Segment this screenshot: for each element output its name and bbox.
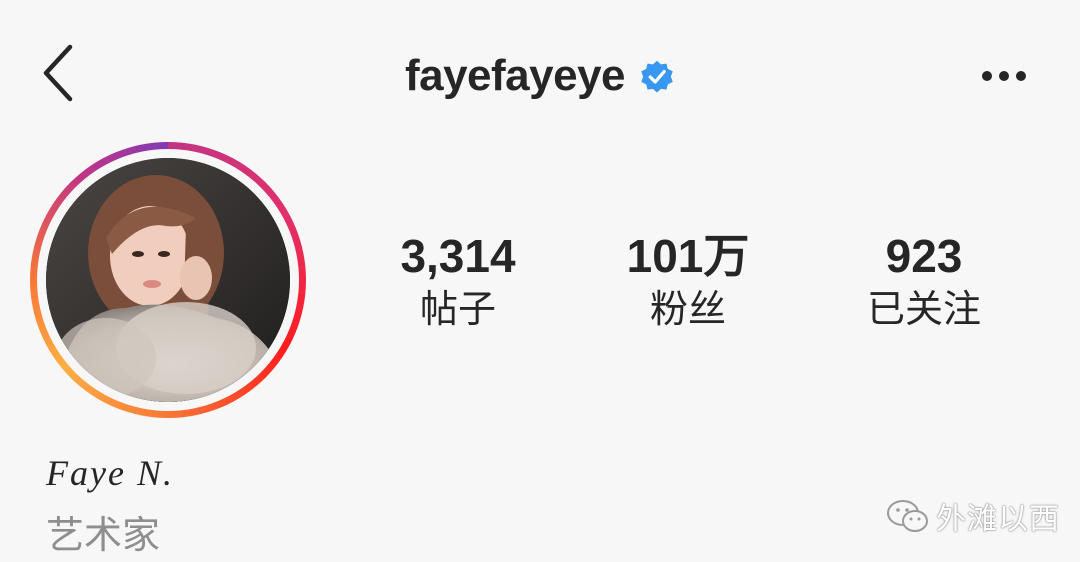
followers-count: 101万 (626, 230, 750, 282)
watermark-text: 外滩以西 (936, 503, 1060, 536)
following-count: 923 (885, 230, 963, 282)
posts-count: 3,314 (400, 230, 516, 282)
profile-title: fayefayeye (360, 46, 720, 106)
avatar-frame (37, 149, 299, 411)
following-label: 已关注 (866, 289, 981, 331)
stat-following[interactable]: 923 已关注 (824, 228, 1024, 334)
category-label: 艺术家 (46, 515, 161, 557)
stat-followers[interactable]: 101万 粉丝 (588, 228, 788, 334)
display-name: Faye N. (46, 453, 174, 493)
chevron-left-icon (43, 44, 73, 102)
back-button[interactable] (28, 38, 88, 108)
wechat-icon (887, 500, 928, 532)
watermark: 外滩以西 (886, 494, 1060, 538)
posts-label: 帖子 (419, 289, 496, 331)
stat-posts[interactable]: 3,314 帖子 (358, 228, 558, 334)
followers-label: 粉丝 (649, 289, 726, 331)
avatar[interactable] (46, 158, 290, 402)
profile-header: fayefayeye (0, 0, 1080, 150)
story-ring[interactable] (30, 142, 306, 418)
more-options-button[interactable] (968, 52, 1040, 100)
more-horizontal-icon (982, 71, 1026, 81)
verified-badge-icon (639, 59, 675, 95)
username: fayefayeye (404, 51, 626, 100)
